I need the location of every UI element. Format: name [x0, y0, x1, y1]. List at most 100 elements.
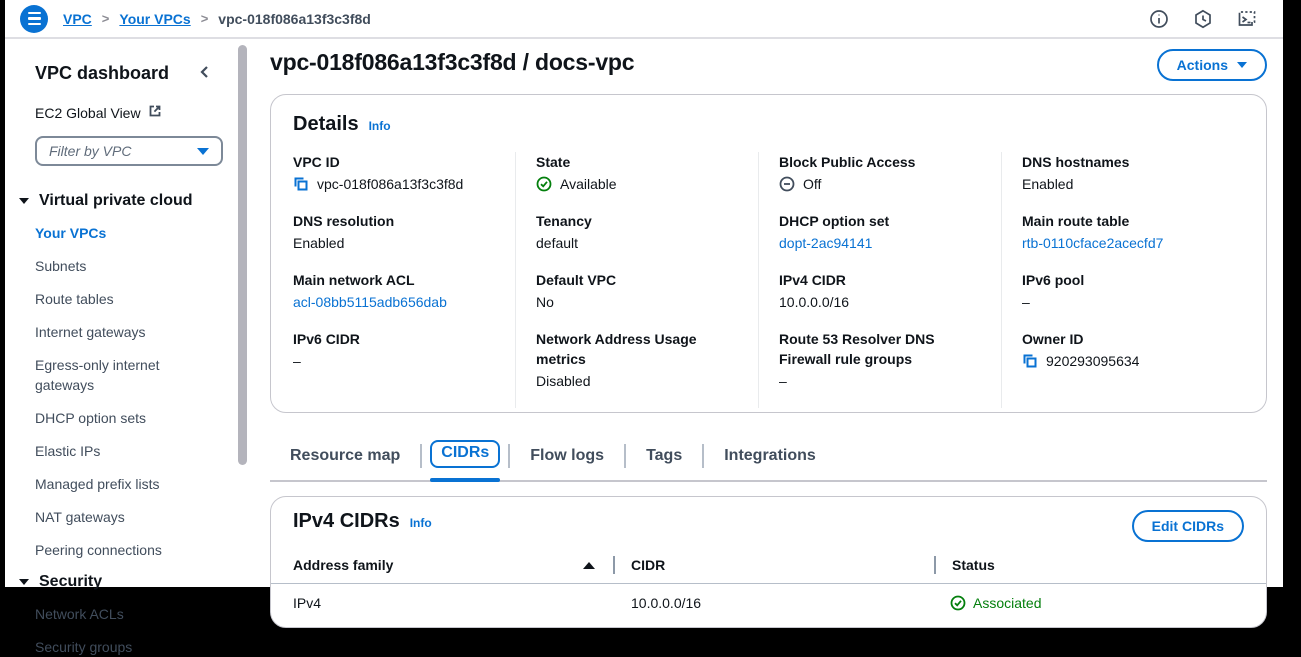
sort-ascending-icon [583, 562, 595, 569]
column-header-address-family[interactable]: Address family [271, 549, 613, 582]
ipv6-pool-value: – [1022, 292, 1030, 312]
filter-placeholder: Filter by VPC [49, 143, 131, 159]
tab-tags[interactable]: Tags [626, 437, 702, 477]
field-dhcp-option-set: DHCP option set dopt-2ac94141 [779, 211, 985, 253]
section-header-virtual-private-cloud[interactable]: Virtual private cloud [19, 192, 234, 210]
breadcrumb-current: vpc-018f086a13f3c3f8d [218, 11, 371, 27]
edit-cidrs-button[interactable]: Edit CIDRs [1132, 510, 1244, 542]
actions-button[interactable]: Actions [1157, 49, 1267, 81]
sidebar-item-egress-only-internet-gateways[interactable]: Egress-only internet gateways [35, 355, 195, 395]
status-badge: Associated [973, 595, 1041, 611]
dns-hostnames-value: Enabled [1022, 174, 1073, 194]
hamburger-menu-button[interactable] [20, 5, 48, 33]
table-row: IPv4 10.0.0.0/16 Associated [271, 584, 1266, 627]
field-vpc-id: VPC ID vpc-018f086a13f3c3f8d [293, 152, 499, 194]
sidebar: VPC dashboard EC2 Global View Filter by … [5, 39, 234, 585]
details-column-4: DNS hostnames Enabled Main route table r… [1001, 152, 1244, 408]
page-title: vpc-018f086a13f3c3f8d / docs-vpc [270, 49, 634, 76]
sidebar-item-peering-connections[interactable]: Peering connections [35, 540, 195, 560]
block-public-access-value: Off [803, 174, 821, 194]
section-caret-icon [19, 198, 29, 204]
field-tenancy: Tenancy default [536, 211, 742, 253]
info-icon[interactable] [1149, 9, 1169, 29]
field-network-address-usage-metrics: Network Address Usage metrics Disabled [536, 329, 742, 391]
tab-flow-logs[interactable]: Flow logs [510, 437, 624, 477]
breadcrumb-separator: > [201, 11, 209, 26]
details-column-1: VPC ID vpc-018f086a13f3c3f8d DNS resolut… [293, 152, 515, 408]
sidebar-item-route-tables[interactable]: Route tables [35, 289, 195, 309]
tenancy-value: default [536, 233, 578, 253]
details-column-3: Block Public Access Off DHCP option set … [758, 152, 1001, 408]
minus-circle-icon [779, 176, 795, 192]
tab-integrations[interactable]: Integrations [704, 437, 836, 477]
cidrs-table-header: Address family CIDR Status [271, 548, 1266, 584]
ec2-global-view-link[interactable]: EC2 Global View [35, 104, 162, 121]
field-state: State Available [536, 152, 742, 194]
field-ipv6-pool: IPv6 pool – [1022, 270, 1228, 312]
field-block-public-access: Block Public Access Off [779, 152, 985, 194]
copy-icon[interactable] [1022, 353, 1038, 369]
ipv4-cidrs-info-link[interactable]: Info [410, 516, 432, 530]
sidebar-collapse-icon[interactable] [198, 65, 212, 82]
sidebar-section-vpc: Virtual private cloud Your VPCs Subnets … [35, 192, 234, 560]
top-navigation-bar: VPC > Your VPCs > vpc-018f086a13f3c3f8d [5, 0, 1283, 39]
sidebar-item-dhcp-option-sets[interactable]: DHCP option sets [35, 408, 195, 428]
cell-cidr: 10.0.0.0/16 [613, 595, 934, 611]
chevron-down-icon [1237, 62, 1247, 68]
sidebar-item-subnets[interactable]: Subnets [35, 256, 195, 276]
sidebar-item-internet-gateways[interactable]: Internet gateways [35, 322, 195, 342]
default-vpc-value: No [536, 292, 554, 312]
sidebar-scrollbar [234, 39, 253, 585]
section-label: Virtual private cloud [39, 192, 193, 210]
breadcrumb: VPC > Your VPCs > vpc-018f086a13f3c3f8d [63, 11, 371, 27]
sidebar-item-nat-gateways[interactable]: NAT gateways [35, 507, 195, 527]
field-ipv6-cidr: IPv6 CIDR – [293, 329, 499, 371]
nau-metrics-value: Disabled [536, 371, 590, 391]
section-label: Security [39, 573, 102, 591]
detail-tabs: Resource map CIDRs Flow logs Tags Integr… [270, 434, 1267, 482]
field-dns-resolution: DNS resolution Enabled [293, 211, 499, 253]
breadcrumb-link-your-vpcs[interactable]: Your VPCs [119, 11, 190, 27]
main-content: vpc-018f086a13f3c3f8d / docs-vpc Actions… [253, 39, 1283, 585]
copy-icon[interactable] [293, 176, 309, 192]
sidebar-section-security: Security Network ACLs Security groups [35, 573, 234, 657]
tab-cidrs[interactable]: CIDRs [422, 434, 508, 480]
sidebar-item-your-vpcs[interactable]: Your VPCs [35, 223, 195, 243]
ipv4-cidrs-panel: IPv4 CIDRs Info Edit CIDRs Address famil… [270, 496, 1267, 628]
sidebar-item-network-acls[interactable]: Network ACLs [35, 604, 195, 624]
sidebar-item-elastic-ips[interactable]: Elastic IPs [35, 441, 195, 461]
main-network-acl-link[interactable]: acl-08bb5115adb656dab [293, 292, 447, 312]
cloudshell-icon[interactable] [1237, 9, 1257, 29]
dhcp-option-set-link[interactable]: dopt-2ac94141 [779, 233, 872, 253]
check-circle-icon [950, 595, 966, 611]
scrollbar-thumb[interactable] [238, 45, 247, 465]
sidebar-item-security-groups[interactable]: Security groups [35, 637, 195, 657]
vpc-console-window: VPC > Your VPCs > vpc-018f086a13f3c3f8d … [5, 0, 1283, 587]
column-header-cidr: CIDR [613, 548, 934, 583]
history-icon[interactable] [1193, 9, 1213, 29]
field-default-vpc: Default VPC No [536, 270, 742, 312]
section-header-security[interactable]: Security [19, 573, 234, 591]
actions-label: Actions [1177, 57, 1228, 73]
topbar-utility-icons [1149, 9, 1267, 29]
ipv4-cidr-value: 10.0.0.0/16 [779, 292, 849, 312]
cell-address-family: IPv4 [271, 595, 613, 611]
field-main-network-acl: Main network ACL acl-08bb5115adb656dab [293, 270, 499, 312]
field-owner-id: Owner ID 920293095634 [1022, 329, 1228, 371]
breadcrumb-link-vpc[interactable]: VPC [63, 11, 92, 27]
filter-by-vpc-dropdown[interactable]: Filter by VPC [35, 136, 223, 166]
field-route53-resolver-dns-firewall-rule-groups: Route 53 Resolver DNS Firewall rule grou… [779, 329, 985, 391]
external-link-icon [148, 104, 162, 121]
main-route-table-link[interactable]: rtb-0110cface2acecfd7 [1022, 233, 1163, 253]
tab-resource-map[interactable]: Resource map [270, 437, 420, 477]
column-divider [613, 556, 615, 574]
sidebar-item-managed-prefix-lists[interactable]: Managed prefix lists [35, 474, 195, 494]
sidebar-title: VPC dashboard [35, 63, 169, 84]
field-dns-hostnames: DNS hostnames Enabled [1022, 152, 1228, 194]
ipv6-cidr-value: – [293, 351, 301, 371]
details-info-link[interactable]: Info [369, 119, 391, 133]
route53-rule-groups-value: – [779, 371, 787, 391]
owner-id-value: 920293095634 [1046, 351, 1139, 371]
field-ipv4-cidr: IPv4 CIDR 10.0.0.0/16 [779, 270, 985, 312]
cell-status: Associated [934, 595, 1266, 611]
